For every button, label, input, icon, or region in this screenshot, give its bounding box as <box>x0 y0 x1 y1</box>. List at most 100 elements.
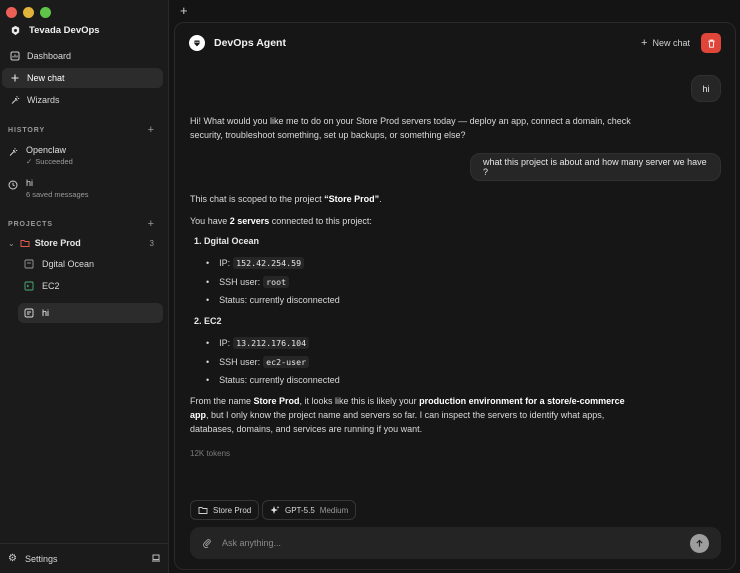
sidebar: Tevada DevOps Dashboard New chat Wizards… <box>0 0 169 573</box>
chevron-down-icon: ⌄ <box>8 238 15 248</box>
history-item-status: ✓ Succeeded <box>26 157 73 166</box>
close-window-button[interactable] <box>6 7 17 18</box>
history-item-count: 6 saved messages <box>26 190 89 199</box>
server-list-heading: 2. EC2 <box>194 316 222 326</box>
arrow-up-icon <box>696 539 703 547</box>
delete-chat-button[interactable] <box>701 33 721 53</box>
server-user-line: SSH user:ec2-user <box>206 356 310 368</box>
assistant-message: Hi! What would you like me to do on your… <box>190 116 631 140</box>
nav-wizards-label: Wizards <box>27 95 60 105</box>
minimize-window-button[interactable] <box>23 7 34 18</box>
project-name-bold: “Store Prod” <box>324 194 380 204</box>
nav-dashboard[interactable]: Dashboard <box>2 46 163 66</box>
status-text: Status: currently disconnected <box>219 375 340 385</box>
chat-icon <box>24 308 34 318</box>
sidebar-footer: ⚙ Settings <box>0 543 169 573</box>
nav-new-chat[interactable]: New chat <box>2 68 163 88</box>
history-item-openclaw[interactable]: Openclaw ✓ Succeeded <box>8 145 73 166</box>
project-store-prod[interactable]: ⌄ Store Prod 3 <box>8 238 154 248</box>
settings-link[interactable]: Settings <box>25 554 58 564</box>
server-list-heading: 1. Dgital Ocean <box>194 236 260 246</box>
chat-panel: DevOps Agent + New chat hi Hi! What woul… <box>174 22 736 570</box>
history-section-title: HISTORY <box>8 127 46 134</box>
ssh-user-label: SSH user: <box>219 357 261 367</box>
text-span: , it looks like this is likely your <box>299 396 420 406</box>
gear-icon[interactable]: ⚙ <box>8 553 17 564</box>
text-span: , but I only know the project name and s… <box>190 410 605 434</box>
server-item-label: hi <box>42 308 50 318</box>
window-controls <box>6 7 51 18</box>
model-name: GPT-5.5 <box>285 505 315 515</box>
laptop-icon[interactable] <box>151 553 161 565</box>
folder-icon <box>20 240 30 247</box>
assistant-scope-line: This chat is scoped to the project “Stor… <box>190 192 640 206</box>
nav-dashboard-label: Dashboard <box>27 51 72 61</box>
server-ip-line: IP:152.42.254.59 <box>206 257 305 269</box>
model-selector-chip[interactable]: GPT-5.5 Medium <box>262 500 357 520</box>
trash-icon <box>707 39 715 48</box>
project-selector-chip[interactable]: Store Prod <box>190 500 260 520</box>
maximize-window-button[interactable] <box>40 7 51 18</box>
ssh-user-code: root <box>263 276 290 288</box>
agent-name: DevOps Agent <box>214 37 286 49</box>
header-new-chat-button[interactable]: + New chat <box>641 37 690 49</box>
header-new-chat-label: New chat <box>652 38 690 48</box>
plus-icon <box>11 74 19 82</box>
brand-logo-icon <box>11 25 20 36</box>
history-item-title: Openclaw <box>26 145 67 155</box>
add-project-button[interactable]: + <box>148 219 154 230</box>
terminal-icon <box>24 281 34 291</box>
add-history-button[interactable]: + <box>148 125 154 136</box>
ip-label: IP: <box>219 338 231 348</box>
server-status-line: Status: currently disconnected <box>206 375 340 385</box>
ssh-user-code: ec2-user <box>263 356 310 368</box>
dashboard-icon <box>10 51 20 61</box>
message-composer <box>190 527 721 559</box>
nav-new-chat-label: New chat <box>27 73 65 83</box>
sparkle-icon <box>270 506 280 514</box>
token-count: 12K tokens <box>190 449 231 458</box>
clock-icon <box>8 180 18 190</box>
project-name: Store Prod <box>34 238 81 248</box>
message-input[interactable] <box>222 538 680 548</box>
text-span: . <box>379 194 382 204</box>
chat-header: DevOps Agent + New chat <box>175 23 735 63</box>
server-item-ec2[interactable]: EC2 <box>18 276 163 296</box>
history-item-title: hi <box>26 178 34 188</box>
paperclip-icon[interactable] <box>202 538 212 548</box>
ssh-user-label: SSH user: <box>219 277 261 287</box>
plus-icon: + <box>641 37 648 49</box>
new-tab-button[interactable]: + <box>180 3 188 18</box>
server-item-label: EC2 <box>42 281 60 291</box>
app-name: Tevada DevOps <box>29 25 100 36</box>
user-message: what this project is about and how many … <box>470 153 721 181</box>
server-item-dgital-ocean[interactable]: Dgital Ocean <box>18 254 163 274</box>
server-item-label: Dgital Ocean <box>42 259 95 269</box>
text-span: This chat is scoped to the project <box>190 194 325 204</box>
check-icon: ✓ <box>26 157 33 166</box>
server-count-bold: 2 servers <box>229 216 270 226</box>
status-text: Status: currently disconnected <box>219 295 340 305</box>
server-item-hi[interactable]: hi <box>18 303 163 323</box>
wand-icon <box>11 96 20 104</box>
text-span: From the name <box>190 396 254 406</box>
nav-wizards[interactable]: Wizards <box>2 90 163 110</box>
project-chip-label: Store Prod <box>213 505 252 515</box>
projects-section-title: PROJECTS <box>8 221 53 228</box>
send-button[interactable] <box>690 533 709 553</box>
assistant-count-line: You have 2 servers connected to this pro… <box>190 214 640 228</box>
assistant-summary: From the name Store Prod, it looks like … <box>190 394 640 436</box>
folder-icon <box>198 507 208 514</box>
user-message: hi <box>691 75 721 102</box>
server-ip-line: IP:13.212.176.104 <box>206 337 310 349</box>
server-icon <box>24 259 34 269</box>
ip-code: 13.212.176.104 <box>233 337 310 349</box>
history-item-hi[interactable]: hi 6 saved messages <box>8 178 89 199</box>
wand-icon <box>9 148 18 156</box>
server-status-line: Status: currently disconnected <box>206 295 340 305</box>
project-name-bold: Store Prod <box>253 396 300 406</box>
reasoning-effort: Medium <box>319 505 349 515</box>
text-span: You have <box>190 216 230 226</box>
history-item-status-text: Succeeded <box>35 157 73 166</box>
ip-label: IP: <box>219 258 231 268</box>
